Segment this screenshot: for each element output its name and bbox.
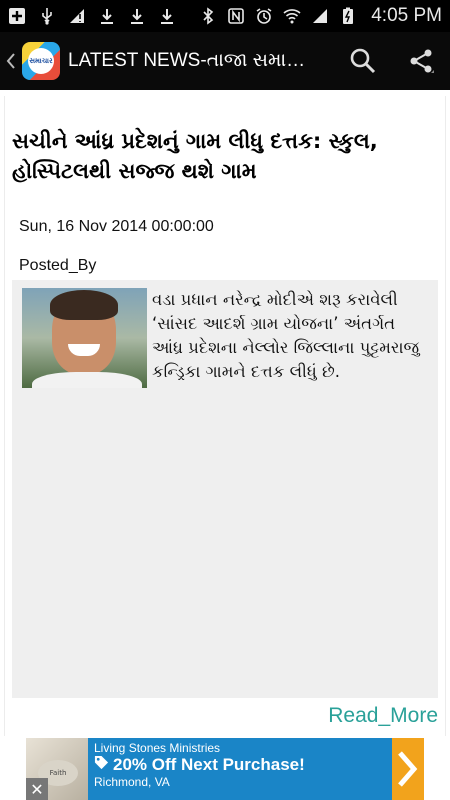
ad-close-button[interactable]: ✕ (26, 778, 48, 800)
status-icons-left (8, 7, 199, 25)
app-logo-text: સમાચાર (28, 48, 54, 74)
back-chevron-icon[interactable] (0, 32, 22, 90)
wifi-icon (283, 7, 301, 25)
bluetooth-icon (199, 7, 217, 25)
article-summary-box[interactable]: વડા પ્રધાન નરેન્દ્ર મોદીએ શરૂ કરાવેલી ‘સ… (12, 280, 438, 698)
add-box-icon (8, 7, 26, 25)
download-icon (128, 7, 146, 25)
no-signal-icon (68, 7, 86, 25)
article-body: વડા પ્રધાન નરેન્દ્ર મોદીએ શરૂ કરાવેલી ‘સ… (152, 290, 420, 381)
tag-icon (94, 755, 109, 775)
status-bar: 4:05 PM (0, 0, 450, 32)
ad-headline: 20% Off Next Purchase! (94, 755, 386, 775)
share-icon (410, 49, 434, 73)
search-icon (350, 48, 376, 74)
thumbnail-shirt (32, 372, 142, 388)
read-more-link[interactable]: Read_More (328, 704, 438, 728)
posted-by-label: Posted_By (19, 257, 97, 274)
status-icons-right: 4:05 PM (199, 5, 442, 27)
article-headline[interactable]: સચીને આંધ્ર પ્રદેશનું ગામ લીધુ દત્તક: સ્… (12, 126, 442, 186)
status-time: 4:05 PM (371, 5, 442, 26)
nfc-icon (227, 7, 245, 25)
action-bar: સમાચાર LATEST NEWS-તાજા સમા… (0, 32, 450, 90)
alarm-icon (255, 7, 273, 25)
battery-charging-icon (339, 7, 357, 25)
article-date: Sun, 16 Nov 2014 00:00:00 (19, 218, 214, 235)
thumbnail-hair (50, 290, 118, 320)
app-title: LATEST NEWS-તાજા સમા… (68, 50, 306, 71)
cell-signal-icon (311, 7, 329, 25)
ad-location: Richmond, VA (94, 775, 170, 789)
app-logo[interactable]: સમાચાર (22, 42, 60, 80)
article-content: સચીને આંધ્ર પ્રદેશનું ગામ લીધુ દત્તક: સ્… (0, 90, 450, 736)
share-button[interactable] (392, 32, 450, 90)
download-icon (158, 7, 176, 25)
ad-text: Living Stones Ministries 20% Off Next Pu… (88, 738, 392, 800)
ad-banner[interactable]: Faith Living Stones Ministries 20% Off N… (26, 738, 424, 800)
ad-advertiser: Living Stones Ministries (94, 741, 221, 755)
ad-headline-text: 20% Off Next Purchase! (113, 755, 305, 774)
chevron-right-icon (398, 751, 418, 787)
usb-icon (38, 7, 56, 25)
search-button[interactable] (334, 32, 392, 90)
article-thumbnail[interactable] (22, 288, 147, 388)
download-icon (98, 7, 116, 25)
ad-arrow-button[interactable] (392, 738, 424, 800)
